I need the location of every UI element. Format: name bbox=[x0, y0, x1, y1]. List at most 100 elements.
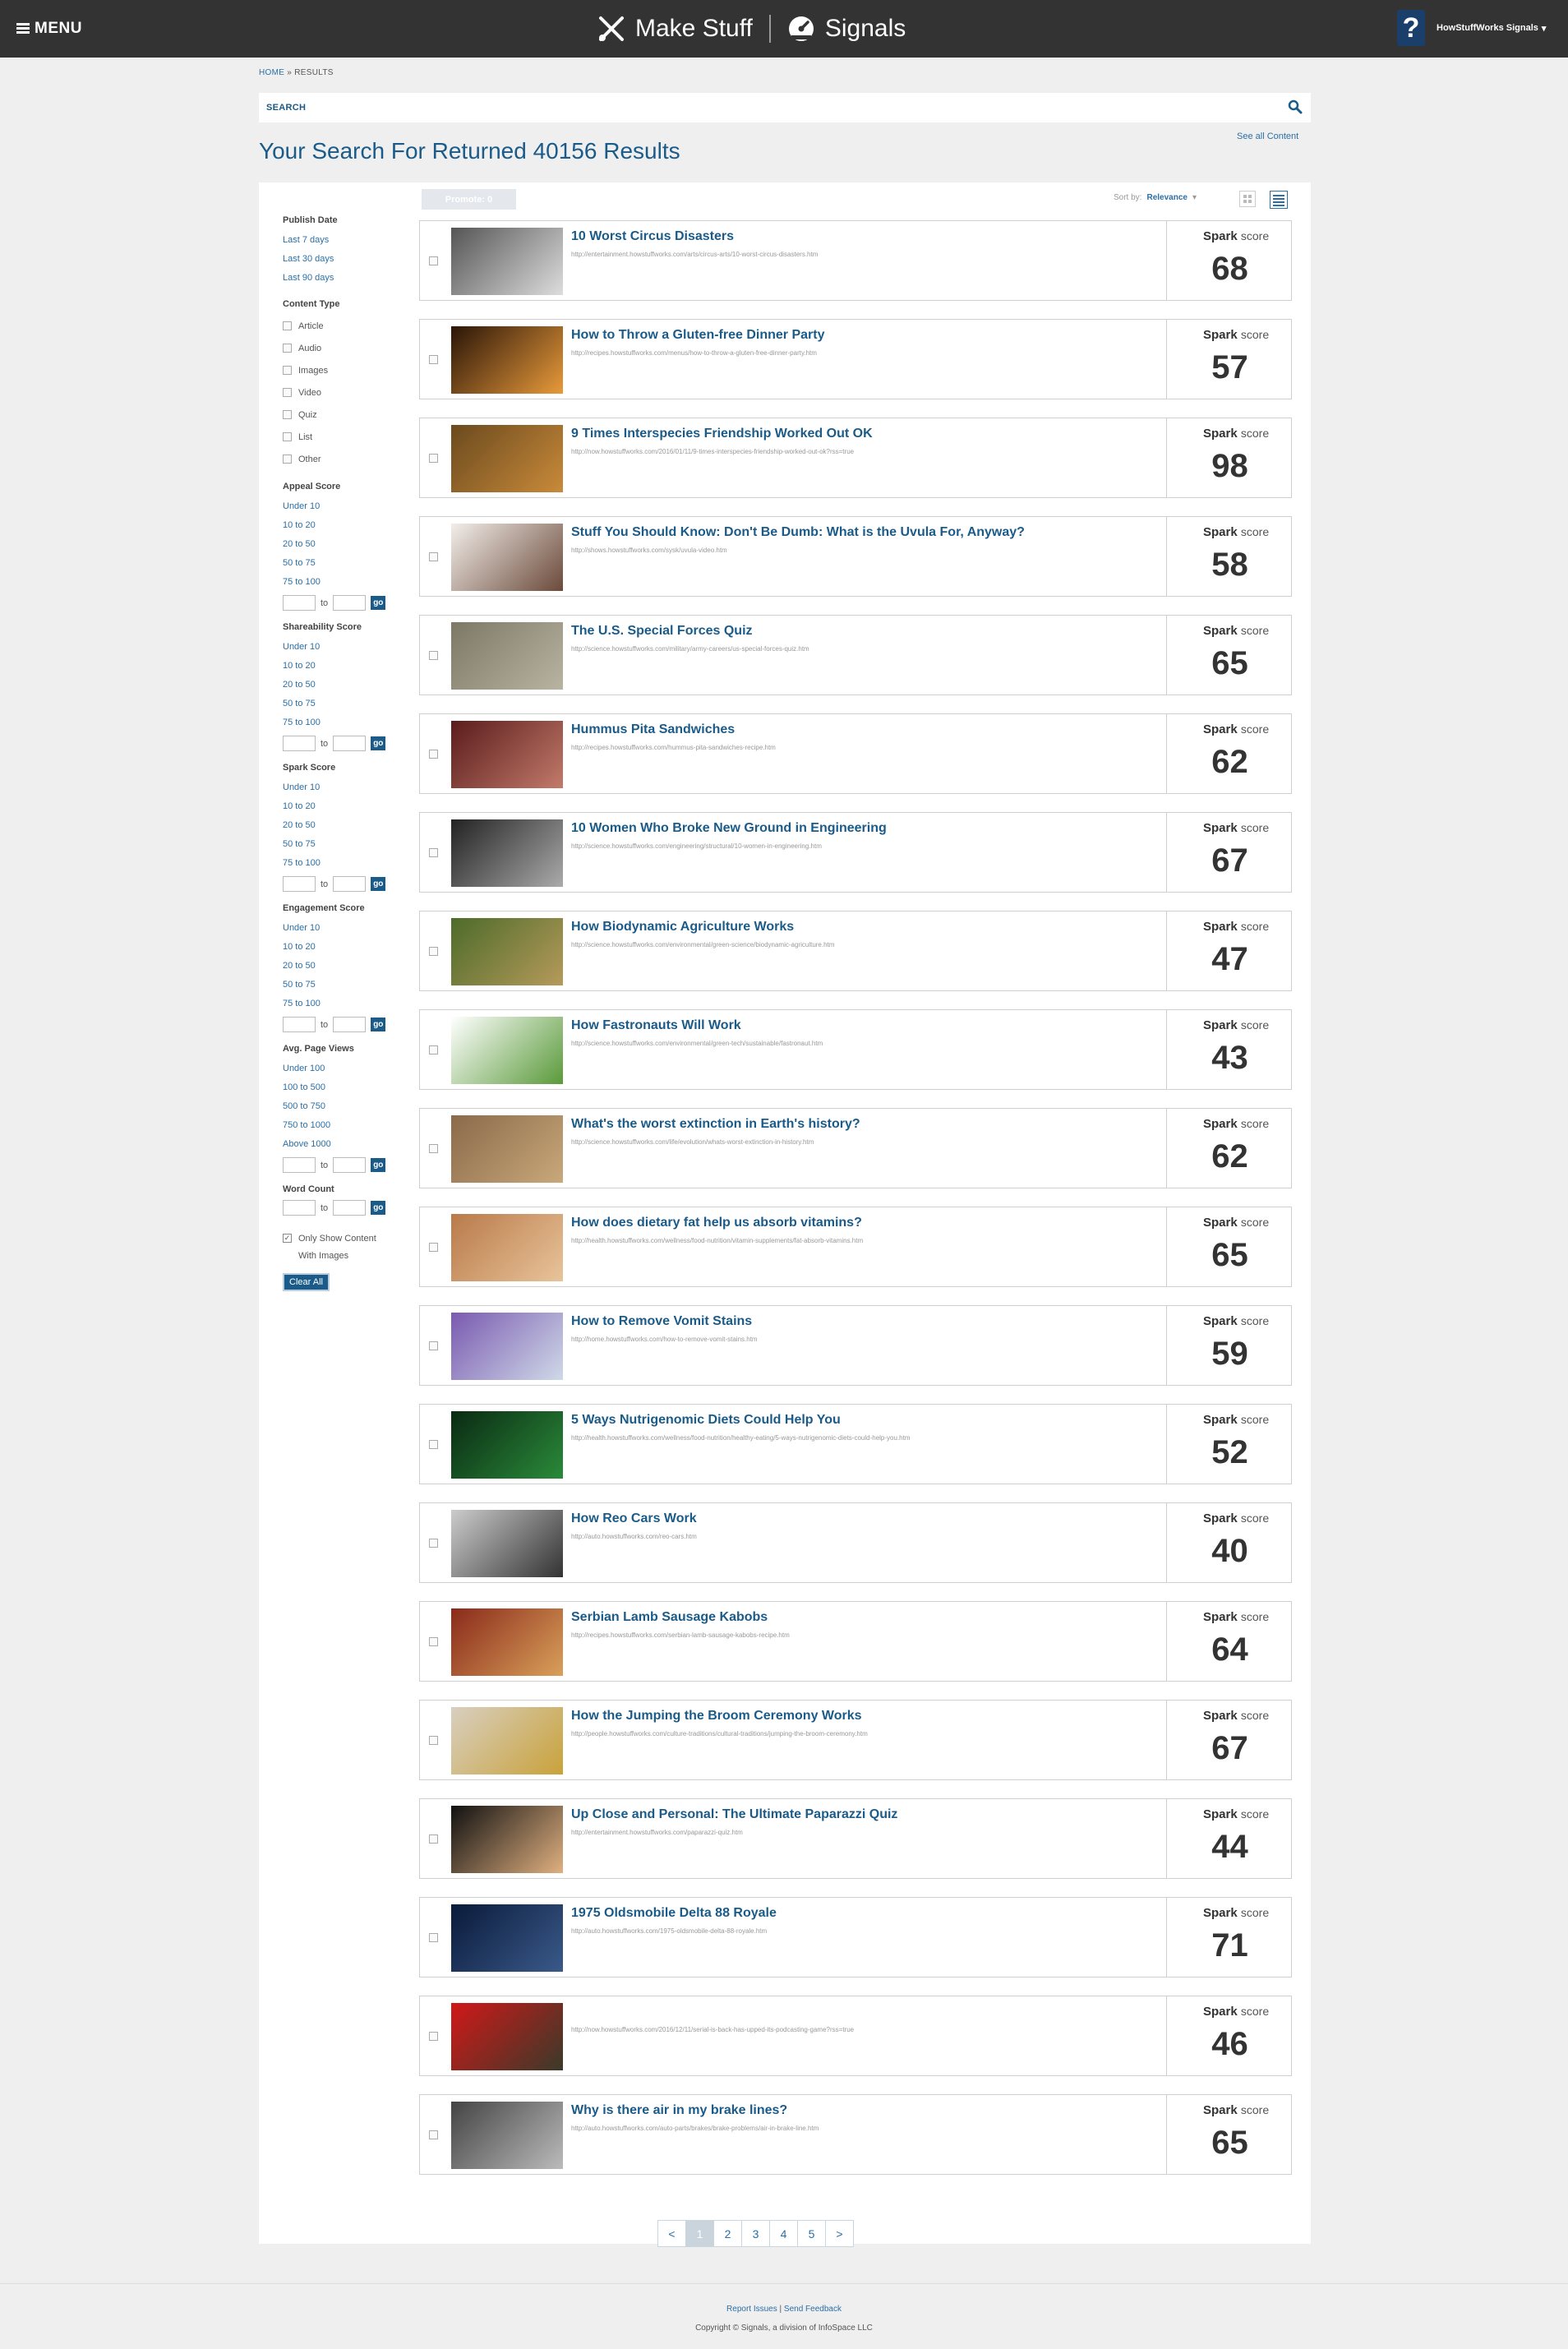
result-title[interactable]: Hummus Pita Sandwiches bbox=[571, 722, 735, 737]
filter-option[interactable]: 20 to 50 bbox=[283, 676, 406, 695]
filter-option[interactable]: Last 7 days bbox=[283, 231, 406, 250]
content-type-checkbox[interactable]: Article bbox=[283, 315, 406, 337]
signals-link[interactable]: Signals bbox=[787, 15, 906, 43]
filter-option[interactable]: 20 to 50 bbox=[283, 957, 406, 976]
result-title[interactable]: What's the worst extinction in Earth's h… bbox=[571, 1117, 860, 1132]
search-input[interactable]: SEARCH bbox=[259, 93, 1311, 122]
filter-option[interactable]: 50 to 75 bbox=[283, 835, 406, 854]
checkbox[interactable] bbox=[283, 455, 292, 464]
result-card[interactable]: How does dietary fat help us absorb vita… bbox=[419, 1207, 1292, 1287]
result-url[interactable]: http://recipes.howstuffworks.com/hummus-… bbox=[571, 744, 776, 751]
result-checkbox[interactable] bbox=[429, 848, 438, 857]
pagination-next[interactable]: > bbox=[825, 2220, 854, 2247]
pagination-page[interactable]: 5 bbox=[797, 2220, 826, 2247]
result-url[interactable]: http://now.howstuffworks.com/2016/01/11/… bbox=[571, 448, 854, 455]
range-go-button[interactable]: go bbox=[371, 877, 386, 891]
result-card[interactable]: 10 Worst Circus Disasters http://entertai… bbox=[419, 220, 1292, 301]
range-min-input[interactable] bbox=[283, 876, 316, 892]
result-card[interactable]: How the Jumping the Broom Ceremony Works… bbox=[419, 1700, 1292, 1780]
checkbox[interactable] bbox=[283, 388, 292, 397]
result-checkbox[interactable] bbox=[429, 750, 438, 759]
filter-option[interactable]: 50 to 75 bbox=[283, 695, 406, 713]
range-go-button[interactable]: go bbox=[371, 1201, 386, 1215]
result-checkbox[interactable] bbox=[429, 651, 438, 660]
filter-option[interactable]: 75 to 100 bbox=[283, 713, 406, 732]
result-checkbox[interactable] bbox=[429, 256, 438, 265]
result-url[interactable]: http://science.howstuffworks.com/environ… bbox=[571, 1040, 823, 1047]
filter-option[interactable]: 75 to 100 bbox=[283, 854, 406, 873]
result-url[interactable]: http://auto.howstuffworks.com/1975-oldsm… bbox=[571, 1927, 767, 1935]
result-card[interactable]: http://now.howstuffworks.com/2016/12/11/… bbox=[419, 1996, 1292, 2076]
result-url[interactable]: http://entertainment.howstuffworks.com/a… bbox=[571, 251, 818, 258]
range-max-input[interactable] bbox=[333, 1157, 367, 1173]
filter-option[interactable]: 750 to 1000 bbox=[283, 1116, 406, 1135]
range-max-input[interactable] bbox=[333, 736, 367, 751]
result-checkbox[interactable] bbox=[429, 1539, 438, 1548]
checkbox[interactable] bbox=[283, 321, 292, 330]
result-title[interactable]: Stuff You Should Know: Don't Be Dumb: Wh… bbox=[571, 525, 1025, 540]
result-title[interactable]: Serbian Lamb Sausage Kabobs bbox=[571, 1610, 768, 1625]
result-url[interactable]: http://science.howstuffworks.com/life/ev… bbox=[571, 1138, 814, 1146]
filter-option[interactable]: 50 to 75 bbox=[283, 976, 406, 995]
result-title[interactable]: 10 Women Who Broke New Ground in Enginee… bbox=[571, 821, 887, 836]
result-thumbnail[interactable] bbox=[451, 918, 563, 985]
result-card[interactable]: The U.S. Special Forces Quiz http://scien… bbox=[419, 615, 1292, 695]
result-checkbox[interactable] bbox=[429, 1341, 438, 1350]
filter-option[interactable]: 50 to 75 bbox=[283, 554, 406, 573]
checkbox-checked[interactable]: ✓ bbox=[283, 1234, 292, 1243]
range-max-input[interactable] bbox=[333, 595, 367, 611]
result-checkbox[interactable] bbox=[429, 947, 438, 956]
range-max-input[interactable] bbox=[333, 1017, 367, 1032]
filter-option[interactable]: Under 10 bbox=[283, 919, 406, 938]
content-type-checkbox[interactable]: Images bbox=[283, 359, 406, 381]
result-card[interactable]: 1975 Oldsmobile Delta 88 Royale http://au… bbox=[419, 1897, 1292, 1977]
result-card[interactable]: 10 Women Who Broke New Ground in Enginee… bbox=[419, 812, 1292, 893]
filter-option[interactable]: Above 1000 bbox=[283, 1135, 406, 1154]
result-card[interactable]: 9 Times Interspecies Friendship Worked O… bbox=[419, 418, 1292, 498]
range-go-button[interactable]: go bbox=[371, 736, 386, 750]
filter-option[interactable]: 100 to 500 bbox=[283, 1078, 406, 1097]
filter-option[interactable]: Under 10 bbox=[283, 778, 406, 797]
filter-option[interactable]: 10 to 20 bbox=[283, 657, 406, 676]
result-thumbnail[interactable] bbox=[451, 819, 563, 887]
result-card[interactable]: How to Throw a Gluten-free Dinner Party h… bbox=[419, 319, 1292, 399]
result-url[interactable]: http://recipes.howstuffworks.com/serbian… bbox=[571, 1631, 790, 1639]
result-url[interactable]: http://people.howstuffworks.com/culture-… bbox=[571, 1730, 868, 1738]
result-title[interactable]: 9 Times Interspecies Friendship Worked O… bbox=[571, 427, 873, 441]
make-stuff-link[interactable]: Make Stuff bbox=[597, 15, 753, 43]
result-title[interactable]: How to Throw a Gluten-free Dinner Party bbox=[571, 328, 824, 343]
result-checkbox[interactable] bbox=[429, 1736, 438, 1745]
report-issues-link[interactable]: Report Issues bbox=[726, 2305, 777, 2314]
result-checkbox[interactable] bbox=[429, 1243, 438, 1252]
result-title[interactable]: How to Remove Vomit Stains bbox=[571, 1314, 752, 1329]
range-min-input[interactable] bbox=[283, 736, 316, 751]
result-thumbnail[interactable] bbox=[451, 1904, 563, 1972]
result-card[interactable]: Up Close and Personal: The Ultimate Papa… bbox=[419, 1798, 1292, 1879]
result-thumbnail[interactable] bbox=[451, 2003, 563, 2070]
result-card[interactable]: Hummus Pita Sandwiches http://recipes.how… bbox=[419, 713, 1292, 794]
result-checkbox[interactable] bbox=[429, 454, 438, 463]
result-card[interactable]: How Reo Cars Work http://auto.howstuffwor… bbox=[419, 1502, 1292, 1583]
filter-option[interactable]: 75 to 100 bbox=[283, 573, 406, 592]
sort-by-dropdown[interactable]: Sort by: Relevance ▾ bbox=[1114, 193, 1197, 202]
range-min-input[interactable] bbox=[283, 1157, 316, 1173]
result-checkbox[interactable] bbox=[429, 1440, 438, 1449]
result-url[interactable]: http://health.howstuffworks.com/wellness… bbox=[571, 1434, 911, 1442]
result-checkbox[interactable] bbox=[429, 552, 438, 561]
result-thumbnail[interactable] bbox=[451, 1313, 563, 1380]
filter-option[interactable]: 10 to 20 bbox=[283, 797, 406, 816]
range-go-button[interactable]: go bbox=[371, 596, 386, 610]
range-go-button[interactable]: go bbox=[371, 1158, 386, 1172]
menu-button[interactable]: MENU bbox=[16, 20, 82, 38]
range-max-input[interactable] bbox=[333, 876, 367, 892]
breadcrumb-home[interactable]: HOME bbox=[259, 68, 284, 77]
result-url[interactable]: http://auto.howstuffworks.com/reo-cars.h… bbox=[571, 1533, 697, 1540]
promote-button[interactable]: Promote: 0 bbox=[422, 189, 516, 210]
result-thumbnail[interactable] bbox=[451, 1608, 563, 1676]
pagination-page[interactable]: 4 bbox=[769, 2220, 798, 2247]
result-thumbnail[interactable] bbox=[451, 228, 563, 295]
result-url[interactable]: http://home.howstuffworks.com/how-to-rem… bbox=[571, 1336, 758, 1343]
result-thumbnail[interactable] bbox=[451, 524, 563, 591]
pagination-page[interactable]: 3 bbox=[741, 2220, 770, 2247]
result-title[interactable]: How Fastronauts Will Work bbox=[571, 1018, 741, 1033]
